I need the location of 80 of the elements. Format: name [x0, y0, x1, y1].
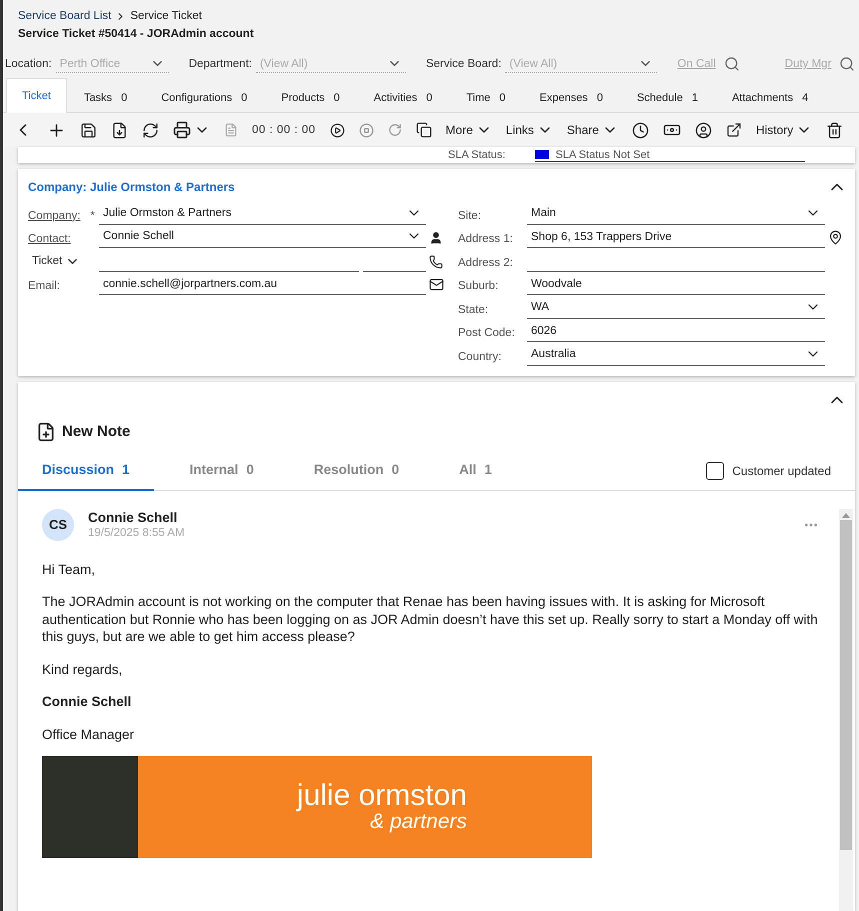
external-link-icon[interactable]	[726, 122, 742, 138]
phone-type-select[interactable]: Ticket	[28, 254, 99, 272]
field-label: Email:	[28, 280, 60, 294]
document-icon	[224, 123, 238, 137]
menu-button[interactable]: Links	[506, 122, 553, 138]
avatar: CS	[42, 508, 74, 540]
select-field[interactable]: Main	[527, 204, 825, 224]
filter-label: Service Board:	[426, 58, 502, 70]
input-field[interactable]: Woodvale	[527, 277, 825, 295]
refresh-icon[interactable]	[142, 122, 159, 138]
reset-icon[interactable]	[388, 123, 402, 137]
select-field[interactable]: Connie Schell	[99, 228, 426, 248]
breadcrumb-link[interactable]: Service Board List	[18, 10, 112, 22]
note-tab[interactable]: Discussion 1	[18, 452, 154, 490]
mail-icon[interactable]	[428, 277, 444, 292]
tab[interactable]: Products 0	[264, 81, 357, 113]
stop-icon[interactable]	[358, 122, 374, 138]
save-close-icon[interactable]	[111, 122, 128, 138]
clock-icon[interactable]	[632, 122, 649, 138]
input-field[interactable]: Shop 6, 153 Trappers Drive	[527, 230, 825, 248]
timer: 00 : 00 : 00	[252, 124, 316, 136]
ticket-title: Service Ticket #50414 - JORAdmin account	[18, 28, 255, 40]
note-text: Kind regards,	[42, 660, 124, 678]
field-label: SLA Status:	[448, 149, 506, 161]
save-icon[interactable]	[80, 122, 97, 138]
note-text: Office Manager	[42, 726, 136, 743]
required-mark: *	[90, 210, 95, 224]
input-field[interactable]: 6026	[527, 324, 825, 342]
note-text: The JORAdmin account is not working on the computer that Renae has been having issues with. It is asking for Microsoft authentication but Ronnie who has been logging on as JOR Admin doesn’t have this set up. Really sorry to start a Monday off with this guys, but are we able to get him access please?	[42, 593, 819, 646]
search-icon[interactable]	[839, 56, 856, 72]
play-icon[interactable]	[330, 122, 345, 138]
person-icon[interactable]	[429, 231, 443, 245]
note-text: Hi Team,	[42, 560, 96, 578]
menu-button[interactable]: More	[446, 122, 492, 138]
select-field[interactable]: Australia	[527, 346, 825, 366]
customer-updated-checkbox[interactable]: Customer updated	[706, 462, 831, 480]
sla-select[interactable]: SLA Status Not Set	[535, 148, 806, 162]
breadcrumb-current: Service Ticket	[130, 10, 202, 22]
email-field[interactable]: connie.schell@jorpartners.com.au	[99, 277, 426, 295]
menu-button[interactable]: History	[756, 122, 812, 138]
tab[interactable]: Expenses 0	[522, 81, 620, 113]
filter-label: Location:	[5, 58, 52, 70]
tab[interactable]: Tasks 0	[66, 81, 144, 113]
tab[interactable]: Attachments 4	[714, 81, 826, 113]
menu-button[interactable]: Share	[566, 122, 618, 138]
user-circle-icon[interactable]	[694, 122, 712, 138]
select-field[interactable]: Julie Ormston & Partners	[99, 204, 426, 224]
note-tab[interactable]: All 1	[435, 452, 516, 490]
filter-label: Department:	[188, 58, 252, 70]
field-link[interactable]: Contact:	[28, 233, 71, 248]
field-label: Post Code:	[458, 327, 516, 341]
search-icon[interactable]	[724, 56, 740, 72]
select-field[interactable]: WA	[527, 298, 825, 318]
delete-icon[interactable]	[826, 122, 844, 138]
new-note-button[interactable]: New Note	[36, 422, 130, 442]
copy-icon[interactable]	[416, 122, 432, 138]
card-title: Company: Julie Ormston & Partners	[28, 180, 235, 194]
scrollbar[interactable]	[839, 508, 853, 911]
tab[interactable]: Configurations 0	[144, 81, 264, 113]
field-label: Suburb:	[458, 280, 500, 294]
tab[interactable]: Ticket	[6, 78, 67, 113]
tab[interactable]: Time 0	[449, 81, 522, 113]
note-time: 19/5/2025 8:55 AM	[88, 527, 186, 539]
logo-tagline: & partners	[370, 811, 467, 833]
note-text: Connie Schell	[42, 693, 132, 710]
map-pin-icon[interactable]	[828, 230, 842, 245]
logo-name: julie ormston	[296, 781, 467, 811]
author-name: Connie Schell	[88, 510, 178, 525]
field-link[interactable]: Company:	[28, 210, 80, 224]
phone-icon[interactable]	[429, 254, 443, 268]
note-tab[interactable]: Internal 0	[166, 452, 278, 490]
tab[interactable]: Schedule 1	[620, 81, 715, 113]
field-label: Site:	[458, 210, 482, 224]
tab[interactable]: Activities 0	[356, 81, 450, 113]
field-label: State:	[458, 304, 490, 318]
field-label: Address 2:	[458, 256, 514, 270]
note-tab[interactable]: Resolution 0	[290, 452, 424, 490]
field-label: Country:	[458, 350, 502, 364]
field-label: Address 1:	[458, 233, 514, 247]
note-add-icon[interactable]	[36, 422, 56, 442]
